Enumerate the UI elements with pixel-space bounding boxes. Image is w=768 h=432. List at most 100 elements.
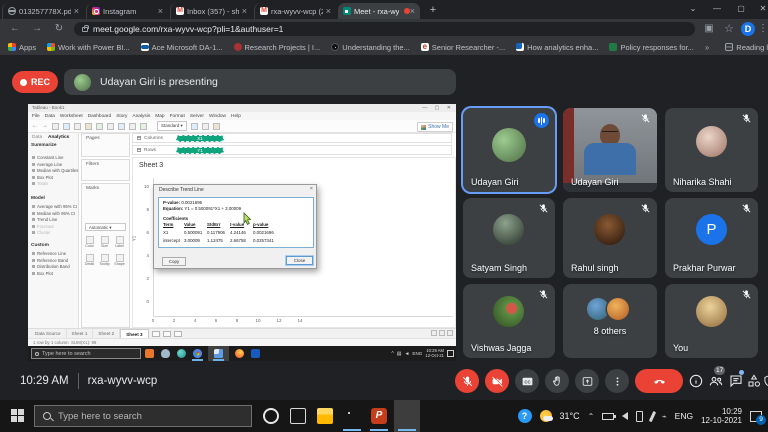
pen-icon[interactable] xyxy=(649,410,656,421)
taskbar-clock[interactable]: 10:29 12-10-2021 xyxy=(701,407,742,426)
analytics-item: Median with 95% CI xyxy=(32,211,75,216)
chat-icon[interactable] xyxy=(728,373,744,389)
task-view-icon[interactable] xyxy=(290,408,306,424)
analytics-item: Average Line xyxy=(32,162,62,167)
address-bar[interactable]: meet.google.com/rxa-wyvv-wcp?pli=1&authu… xyxy=(74,22,695,36)
participant-tile-niharika[interactable]: Niharika Shahi xyxy=(665,108,758,192)
tab-close-icon[interactable] xyxy=(326,6,331,16)
bookmark-star-icon[interactable]: ☆ xyxy=(722,22,736,36)
phone-link-icon[interactable] xyxy=(636,411,643,422)
speaker-icon[interactable] xyxy=(622,412,628,420)
participant-tile-prakhar[interactable]: P Prakhar Purwar xyxy=(665,198,758,278)
back-icon[interactable]: ← xyxy=(8,22,22,36)
sheet-tab-active: Sheet 3 xyxy=(120,329,148,338)
captions-button[interactable]: CC xyxy=(515,369,539,393)
tab-instagram[interactable]: Instagram xyxy=(86,3,168,19)
participant-tile-satyam[interactable]: Satyam Singh xyxy=(463,198,555,278)
tab-inbox[interactable]: Inbox (357) - sheetaldeen xyxy=(170,3,252,19)
chrome-icon xyxy=(193,349,202,358)
cortana-icon[interactable] xyxy=(263,408,279,424)
reload-icon[interactable]: ↻ xyxy=(52,22,66,36)
bookmark-item[interactable]: Understanding the... xyxy=(331,43,410,52)
powerpoint-icon[interactable] xyxy=(371,408,387,424)
presented-screen[interactable]: Tableau - Book1 — ▢ ✕ File Data Workshee… xyxy=(28,104,456,361)
tab-mail-meet[interactable]: rxa-wyvv-wcp (2021-10-1 xyxy=(254,3,336,19)
dialog-close-icon xyxy=(310,186,313,192)
apps-shortcut[interactable]: Apps xyxy=(8,43,36,52)
activities-icon[interactable] xyxy=(746,373,762,389)
raise-hand-button[interactable] xyxy=(545,369,569,393)
tab-search-chevron-icon[interactable]: ⌄ xyxy=(682,0,704,19)
rows-shelf: RowsY1 xyxy=(132,145,452,155)
participant-tile-udayan-video[interactable]: Udayan Giri xyxy=(563,108,657,192)
rows-pill: Y1 xyxy=(176,147,224,154)
bookmark-item[interactable]: Ace Microsoft DA-1... xyxy=(141,43,223,52)
menu-story: Story xyxy=(116,114,127,119)
mic-off-icon xyxy=(538,289,549,300)
mic-toggle-button[interactable] xyxy=(455,369,479,393)
tab-pdf[interactable]: 013257778X.pdf xyxy=(2,3,84,19)
participant-tile-others[interactable]: 8 others xyxy=(563,284,657,358)
participant-tile-vishwas[interactable]: Vishwas Jagga xyxy=(463,284,555,358)
bookmark-item[interactable]: Senior Researcher -... xyxy=(421,43,505,52)
tableau-status-bar: 1 row by 1 column SUM(X1): 99 xyxy=(28,338,456,346)
chevron-up-icon: ^ xyxy=(391,351,393,357)
menu-help: Help xyxy=(231,114,241,119)
bookmark-item[interactable]: Research Projects | I... xyxy=(234,43,321,52)
meeting-details-icon[interactable] xyxy=(688,373,704,389)
tab-meet-active[interactable]: Meet - rxa-wyvv-wcp xyxy=(338,3,420,19)
forward-icon[interactable]: → xyxy=(30,22,44,36)
browser-menu-icon[interactable]: ⋮ xyxy=(756,22,768,36)
refresh-icon xyxy=(74,123,81,130)
participant-tile-rahul[interactable]: Rahul singh xyxy=(563,198,657,278)
search-icon xyxy=(43,412,51,420)
tab-close-icon[interactable] xyxy=(242,6,247,16)
action-center-icon[interactable]: 9 xyxy=(750,411,762,422)
end-call-button[interactable] xyxy=(635,369,683,393)
window-close-button[interactable]: ✕ xyxy=(752,0,768,19)
battery-icon[interactable] xyxy=(602,413,614,420)
participant-tile-udayan-presenting[interactable]: Udayan Giri xyxy=(463,108,555,192)
bookmark-item[interactable]: Work with Power BI... xyxy=(47,43,130,52)
window-minimize-button[interactable]: — xyxy=(706,0,728,19)
camera-toggle-button[interactable] xyxy=(485,369,509,393)
tab-close-icon[interactable] xyxy=(158,6,163,16)
more-options-button[interactable] xyxy=(605,369,629,393)
start-button[interactable] xyxy=(11,409,24,422)
meeting-code: rxa-wyvv-wcp xyxy=(88,375,158,387)
file-explorer-icon[interactable] xyxy=(317,408,333,424)
window-maximize-button[interactable]: ▢ xyxy=(730,0,752,19)
bookmark-item[interactable]: How analytics enha... xyxy=(516,43,598,52)
show-me-button: Show Me xyxy=(417,122,453,132)
reading-list-button[interactable]: Reading list xyxy=(725,43,768,52)
language-indicator[interactable]: ENG xyxy=(675,411,693,421)
coefficients-row: X10.5000910.1179064.241460.0021696 xyxy=(163,230,313,238)
bookmarks-overflow-chevron[interactable]: » xyxy=(705,43,709,52)
analytics-item: Trend Line xyxy=(32,217,57,222)
bookmark-item[interactable]: Policy responses for... xyxy=(609,43,693,52)
notification-icon xyxy=(447,350,454,357)
tab-close-icon[interactable] xyxy=(410,6,415,16)
sheet-tab: Sheet 1 xyxy=(67,329,94,338)
participants-icon[interactable] xyxy=(708,373,724,389)
bookmark-card-icon[interactable]: ▣ xyxy=(702,22,716,36)
marks-label-button: Label xyxy=(113,236,126,248)
marks-size-button: Size xyxy=(98,236,111,248)
active-app-highlight xyxy=(394,400,420,432)
chevron-up-icon[interactable]: ⌃ xyxy=(588,412,595,421)
profile-avatar[interactable]: D xyxy=(741,22,755,36)
taskbar-search-box[interactable]: Type here to search xyxy=(34,405,252,427)
tab-close-icon[interactable] xyxy=(74,6,79,16)
columns-pill: X1 xyxy=(176,135,224,142)
help-tray-icon[interactable] xyxy=(518,409,532,423)
new-tab-button[interactable]: + xyxy=(426,4,440,18)
present-button[interactable] xyxy=(575,369,599,393)
marks-type-dropdown: Automatic ▾ xyxy=(85,223,126,231)
describe-trend-line-dialog: Describe Trend Line P-value: 0.0021696 E… xyxy=(153,184,317,269)
host-controls-icon[interactable] xyxy=(762,373,768,389)
temperature[interactable]: 31°C xyxy=(560,411,580,421)
weather-icon[interactable] xyxy=(540,410,552,422)
participant-tile-you[interactable]: You xyxy=(665,284,758,358)
presenting-banner: Udayan Giri is presenting xyxy=(64,69,456,95)
usb-icon[interactable]: ⌁ xyxy=(662,412,667,421)
